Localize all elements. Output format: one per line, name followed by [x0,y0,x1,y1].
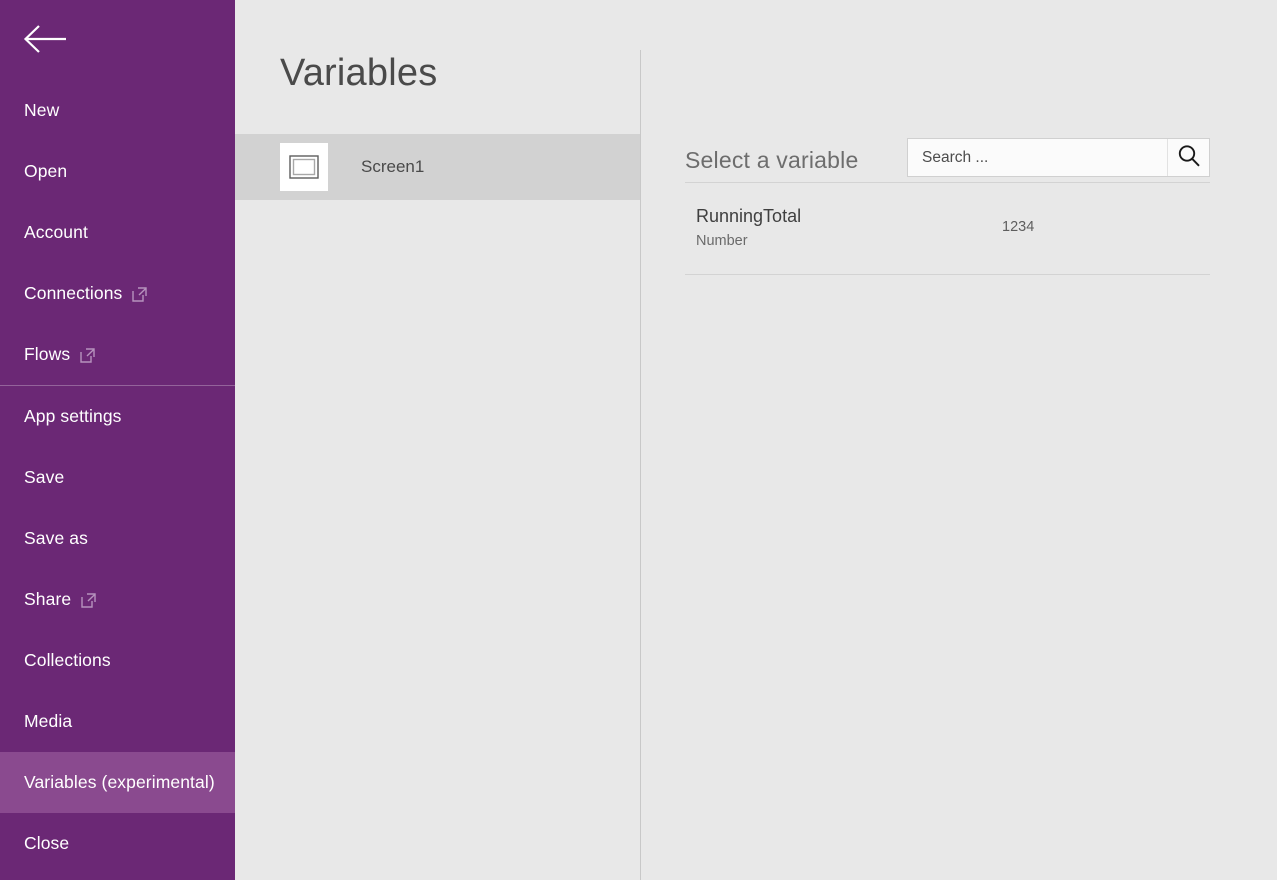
variable-name: RunningTotal [696,206,802,226]
sidebar-item-label: Save as [24,527,88,548]
sidebar-item-share[interactable]: Share [0,569,235,630]
external-link-icon [81,593,96,608]
sidebar-item-label: Open [24,160,68,181]
sidebar-item-label: Collections [24,649,111,670]
variable-row-runningtotal[interactable]: RunningTotal Number 1234 [685,183,1210,274]
sidebar-item-label: App settings [24,405,122,426]
sidebar-item-connections[interactable]: Connections [0,263,235,324]
external-link-icon [80,348,95,363]
sidebar-item-variables[interactable]: Variables (experimental) [0,752,235,813]
sidebar-item-close[interactable]: Close [0,813,235,874]
sidebar-item-label: Save [24,466,65,487]
sidebar-item-label: Connections [24,282,123,303]
external-link-icon [132,287,148,302]
sidebar-item-save[interactable]: Save [0,447,235,508]
screen-list-item-label: Screen1 [361,157,425,176]
sidebar-item-account[interactable]: Account [0,202,235,263]
sidebar-item-media[interactable]: Media [0,691,235,752]
variable-type: Number [696,233,748,249]
sidebar-item-flows[interactable]: Flows [0,324,235,385]
back-button[interactable] [0,0,90,78]
screens-panel: Variables Screen1 [235,0,641,880]
variables-panel: Select a variable RunningTotal Number 12… [641,0,1277,880]
sidebar-item-label: Share [24,588,72,609]
search-input[interactable] [908,139,1167,176]
screen-thumbnail-icon [280,143,328,191]
left-sidebar-nav: New Open Account Connections Flows App s… [0,0,235,880]
sidebar-item-label: Media [24,710,73,731]
select-variable-header: Select a variable [685,139,858,181]
sidebar-item-app-settings[interactable]: App settings [0,386,235,447]
sidebar-item-list: New Open Account Connections Flows App s… [0,80,235,874]
sidebar-item-collections[interactable]: Collections [0,630,235,691]
variable-row-bottom-rule [685,274,1210,275]
select-variable-label: Select a variable [685,146,859,173]
variable-value: 1234 [1002,219,1035,235]
sidebar-item-save-as[interactable]: Save as [0,508,235,569]
screen-list: Screen1 [235,134,641,200]
page-title: Variables [280,52,438,94]
screen-list-item-screen1[interactable]: Screen1 [235,134,641,200]
sidebar-item-label: Flows [24,343,71,364]
sidebar-item-open[interactable]: Open [0,141,235,202]
sidebar-item-label: Account [24,221,88,242]
sidebar-item-new[interactable]: New [0,80,235,141]
search-button[interactable] [1167,139,1209,176]
sidebar-item-label: Variables (experimental) [24,771,215,792]
sidebar-item-label: New [24,99,60,120]
powerapps-backstage-variables-screen: New Open Account Connections Flows App s… [0,0,1277,880]
search-icon [1177,144,1201,171]
sidebar-item-label: Close [24,832,70,853]
search-box[interactable] [907,138,1210,177]
